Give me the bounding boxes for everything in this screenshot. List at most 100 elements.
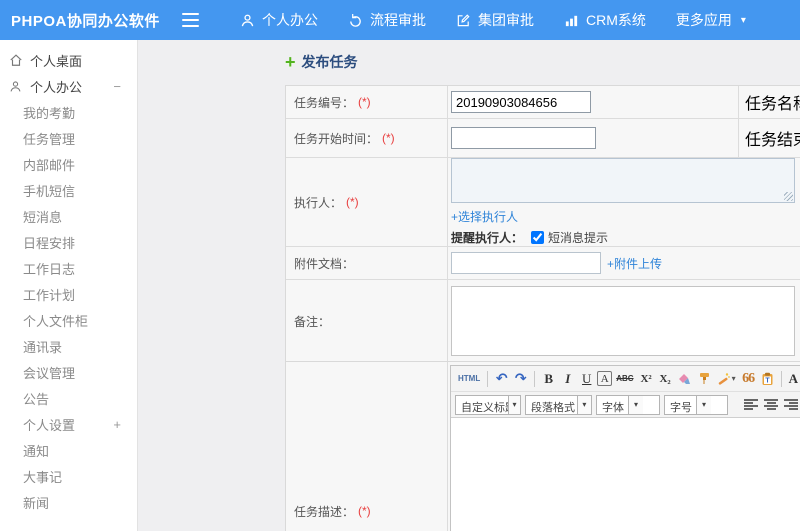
align-left-icon[interactable] — [744, 398, 758, 411]
sidebar-item-contacts[interactable]: 通讯录 — [0, 333, 137, 359]
sidebar-item-work-plan[interactable]: 工作计划 — [0, 281, 137, 307]
app-header: PHPOA协同办公软件 个人办公 流程审批 集团审批 CRM系统 更多应用 ▾ — [0, 0, 800, 40]
font-family-select[interactable]: 字体 ▾ — [596, 394, 660, 415]
superscript-button[interactable]: X² — [638, 369, 655, 389]
align-right-icon[interactable] — [784, 398, 798, 411]
sidebar-item-label: 个人桌面 — [30, 53, 83, 69]
chevron-down-icon: ▾ — [696, 395, 711, 414]
sidebar-item-work-log[interactable]: 工作日志 — [0, 255, 137, 281]
process-history-icon — [348, 13, 363, 28]
executor-label: 执行人： (*) — [286, 158, 448, 246]
nav-process-approval[interactable]: 流程审批 — [333, 10, 441, 30]
expand-icon[interactable]: + — [113, 417, 121, 432]
font-color-button[interactable]: A▾ — [787, 369, 800, 389]
bar-chart-icon — [564, 13, 579, 28]
sms-remind-checkbox[interactable] — [531, 231, 545, 244]
select-executor-link[interactable]: +选择执行人 — [451, 208, 518, 225]
task-no-input[interactable] — [451, 91, 591, 113]
person-icon — [9, 80, 24, 93]
sidebar-item-mobile-sms[interactable]: 手机短信 — [0, 177, 137, 203]
page-title-text: 发布任务 — [301, 54, 358, 70]
sidebar-item-meeting[interactable]: 会议管理 — [0, 359, 137, 385]
attachment-input[interactable] — [451, 252, 601, 274]
sidebar-item-attendance[interactable]: 我的考勤 — [0, 99, 137, 125]
sidebar-item-desktop[interactable]: 个人桌面 — [0, 47, 137, 73]
remark-label: 备注： — [286, 280, 448, 362]
nav-label: 流程审批 — [370, 12, 426, 28]
top-nav: 个人办公 流程审批 集团审批 CRM系统 更多应用 ▾ — [225, 10, 771, 30]
nav-more-apps[interactable]: 更多应用 ▾ — [661, 10, 771, 30]
chevron-down-icon: ▾ — [508, 395, 520, 414]
nav-personal-office[interactable]: 个人办公 — [225, 10, 333, 30]
eraser-icon[interactable] — [676, 369, 694, 389]
start-time-input[interactable] — [451, 127, 596, 149]
attachment-upload-link[interactable]: +附件上传 — [607, 255, 662, 272]
undo-button[interactable]: ↶ — [493, 369, 510, 389]
sms-remind-label: 短消息提示 — [548, 231, 609, 245]
page-title: + 发布任务 — [285, 52, 358, 72]
collapse-icon[interactable]: − — [113, 79, 121, 94]
magic-wand-icon[interactable]: ▾ — [715, 369, 738, 389]
chevron-down-icon: ▾ — [731, 374, 736, 383]
remind-executor-label: 提醒执行人： — [451, 231, 524, 245]
chevron-down-icon: ▾ — [576, 395, 591, 414]
nav-crm[interactable]: CRM系统 — [549, 10, 661, 30]
remark-textarea[interactable] — [451, 286, 795, 356]
redo-button[interactable]: ↷ — [512, 369, 529, 389]
sidebar-item-notice[interactable]: 通知 — [0, 437, 137, 463]
description-label: 任务描述： (*) — [286, 362, 448, 531]
align-center-icon[interactable] — [764, 398, 778, 411]
sidebar-item-schedule[interactable]: 日程安排 — [0, 229, 137, 255]
home-icon — [9, 53, 24, 67]
task-no-label: 任务编号： (*) — [286, 86, 448, 118]
sidebar-item-personal-settings[interactable]: 个人设置 + — [0, 411, 137, 437]
heading-style-select[interactable]: 自定义标题 ▾ — [455, 394, 521, 415]
nav-group-approval[interactable]: 集团审批 — [441, 10, 549, 30]
nav-label: 更多应用 — [675, 12, 732, 28]
resize-grip-icon[interactable] — [784, 192, 793, 201]
paste-as-text-icon[interactable]: T — [759, 369, 776, 389]
start-time-label: 任务开始时间： (*) — [286, 119, 448, 157]
main-content: + 发布任务 任务编号：(*) 任务名称：(*) — [139, 40, 800, 531]
attachment-label: 附件文档： — [286, 247, 448, 279]
underline-button[interactable]: U — [578, 369, 595, 389]
sidebar-item-announcement[interactable]: 公告 — [0, 385, 137, 411]
font-style-button[interactable]: A — [597, 371, 613, 386]
sidebar: 个人桌面 个人办公 − 我的考勤 任务管理 内部邮件 手机短信 短消息 日程安排… — [0, 40, 138, 531]
subscript-button[interactable]: X₂ — [657, 369, 674, 389]
sidebar-item-personal-office[interactable]: 个人办公 − — [0, 73, 137, 99]
sidebar-item-events[interactable]: 大事记 — [0, 463, 137, 489]
executor-textarea[interactable] — [451, 158, 795, 203]
add-icon: + — [285, 52, 296, 72]
nav-label: CRM系统 — [586, 12, 646, 28]
chevron-down-icon: ▾ — [628, 395, 643, 414]
task-form: 任务编号：(*) 任务名称：(*) 任务开始时间：(*) — [285, 85, 800, 363]
edit-square-icon — [456, 13, 471, 28]
blockquote-button[interactable]: 66 — [740, 369, 757, 389]
nav-label: 个人办公 — [262, 12, 318, 28]
chevron-down-icon[interactable]: ▾ — [741, 15, 756, 26]
html-source-button[interactable]: HTML — [456, 369, 482, 389]
italic-button[interactable]: I — [559, 369, 576, 389]
editor-content-area[interactable] — [451, 418, 800, 531]
menu-toggle-icon[interactable] — [182, 13, 199, 27]
sidebar-item-file-cabinet[interactable]: 个人文件柜 — [0, 307, 137, 333]
end-time-label: 任务结束时间：(*) — [739, 119, 800, 157]
strikethrough-button[interactable]: ABC — [614, 369, 635, 389]
paragraph-format-select[interactable]: 段落格式 ▾ — [525, 394, 592, 415]
sidebar-item-short-message[interactable]: 短消息 — [0, 203, 137, 229]
bold-button[interactable]: B — [540, 369, 557, 389]
sidebar-item-news[interactable]: 新闻 — [0, 489, 137, 515]
format-brush-icon[interactable] — [696, 369, 713, 389]
editor-toolbar-row1: HTML ↶ ↷ B I U A ABC X² X₂ ▾ 66 T A — [451, 366, 800, 392]
editor-toolbar-row2: 自定义标题 ▾ 段落格式 ▾ 字体 ▾ 字号 ▾ — [451, 392, 800, 418]
person-icon — [240, 13, 255, 28]
nav-label: 集团审批 — [478, 12, 534, 28]
sidebar-item-internal-mail[interactable]: 内部邮件 — [0, 151, 137, 177]
sidebar-item-label: 个人办公 — [30, 79, 83, 95]
font-size-select[interactable]: 字号 ▾ — [664, 394, 728, 415]
app-logo: PHPOA协同办公软件 — [11, 12, 160, 30]
task-name-label: 任务名称：(*) — [739, 86, 800, 118]
svg-text:T: T — [765, 377, 770, 384]
sidebar-item-task-management[interactable]: 任务管理 — [0, 125, 137, 151]
